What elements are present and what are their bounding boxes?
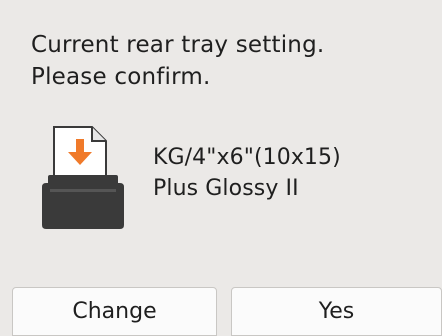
paper-type: Plus Glossy II: [153, 176, 299, 201]
yes-button[interactable]: Yes: [231, 287, 442, 336]
printer-body-icon: [42, 175, 124, 229]
printer-paper-icon: [42, 126, 124, 229]
message-line-1: Current rear tray setting.: [31, 32, 325, 58]
confirmation-message: Current rear tray setting. Please confir…: [31, 29, 324, 93]
message-line-2: Please confirm.: [31, 64, 211, 90]
change-button[interactable]: Change: [12, 287, 217, 336]
paper-size: KG/4"x6"(10x15): [153, 145, 341, 170]
button-bar: Change Yes: [12, 287, 442, 336]
media-info: KG/4"x6"(10x15) Plus Glossy II: [153, 142, 341, 204]
confirm-tray-screen: Current rear tray setting. Please confir…: [0, 0, 442, 336]
